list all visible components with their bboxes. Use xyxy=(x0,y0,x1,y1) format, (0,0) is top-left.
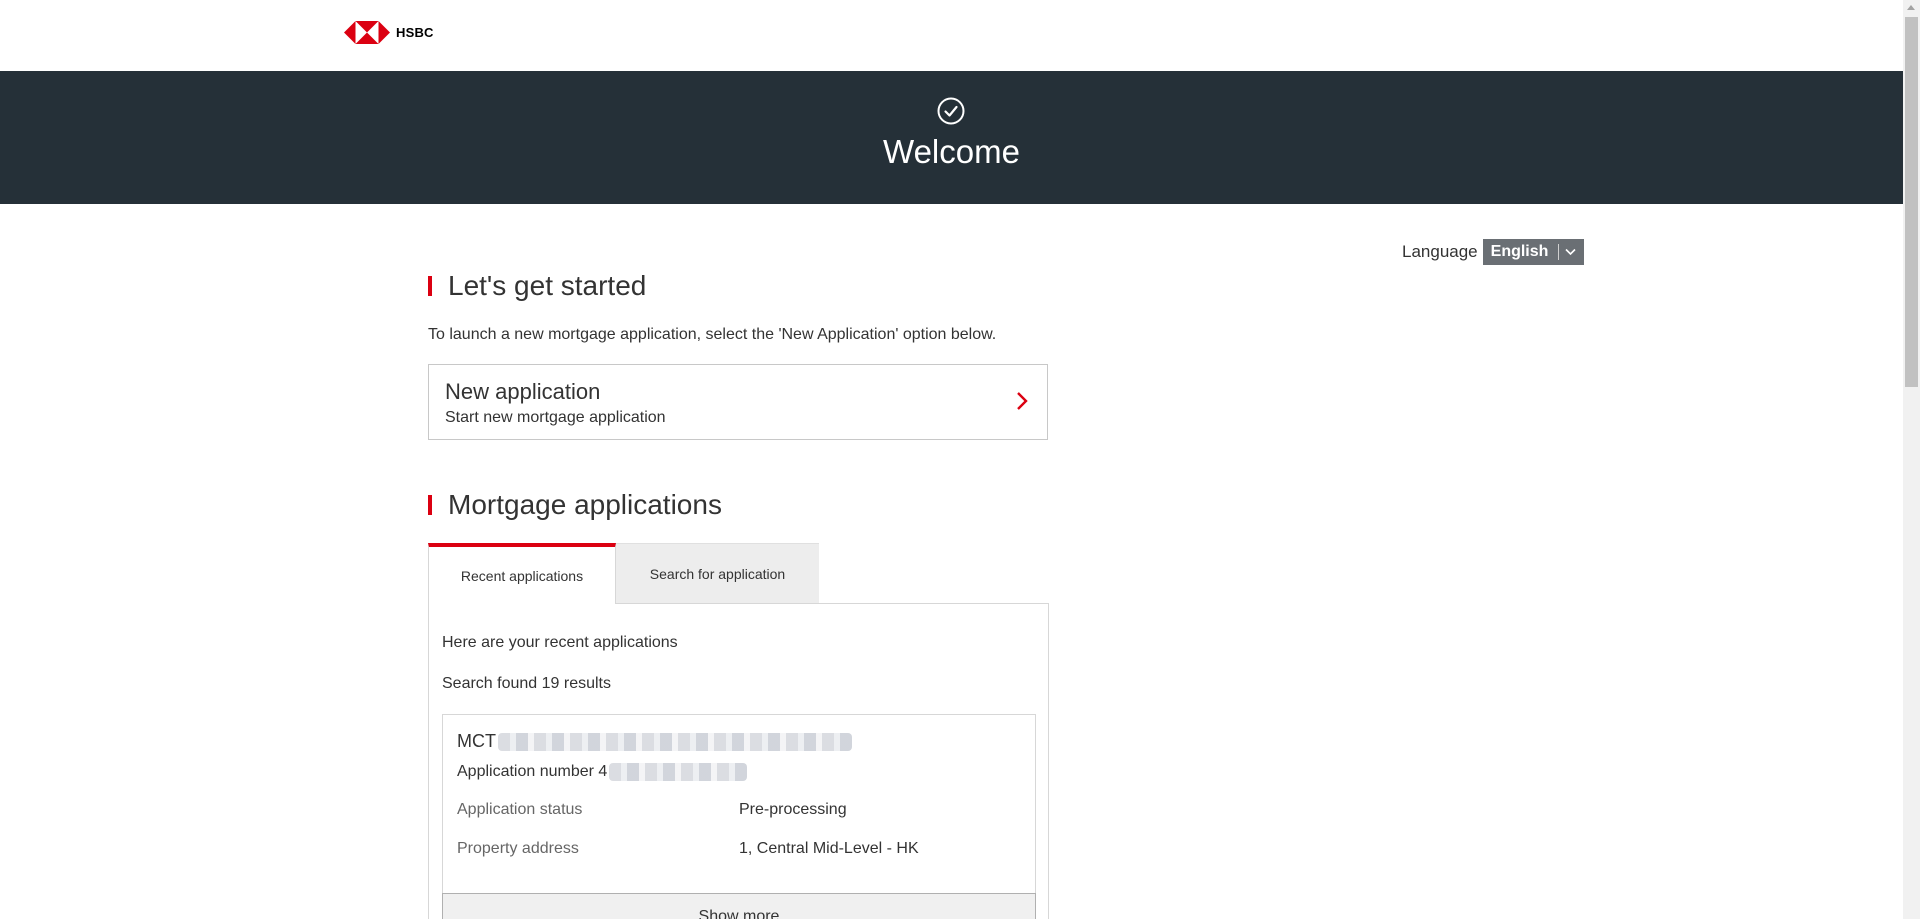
application-card: MCT Application number 4 Application sta… xyxy=(442,714,1036,919)
application-name: MCT xyxy=(457,731,852,752)
new-application-title: New application xyxy=(445,379,601,404)
language-divider xyxy=(1558,244,1560,260)
application-name-text: MCT xyxy=(457,731,496,751)
applications-tabs: Recent applications Search for applicati… xyxy=(428,543,819,604)
brand-name: HSBC xyxy=(396,25,434,40)
application-number-text: Application number 4 xyxy=(457,763,608,780)
language-selector: Language English xyxy=(1402,239,1585,265)
chevron-down-icon xyxy=(1565,248,1576,256)
hsbc-hexagon-icon xyxy=(344,21,390,44)
application-status-value: Pre-processing xyxy=(739,801,847,818)
getting-started-intro: To launch a new mortgage application, se… xyxy=(428,326,997,343)
top-bar: HSBC xyxy=(0,0,1903,71)
page-title: Welcome xyxy=(883,133,1020,170)
new-application-button[interactable]: New application Start new mortgage appli… xyxy=(428,364,1048,440)
heading-accent-bar xyxy=(428,276,432,296)
chevron-right-icon xyxy=(1017,392,1028,410)
page-scrollbar[interactable] xyxy=(1903,0,1920,919)
scrollbar-thumb[interactable] xyxy=(1905,17,1918,387)
hsbc-logo[interactable]: HSBC xyxy=(344,21,434,44)
language-label: Language xyxy=(1402,242,1478,261)
mortgage-applications-heading: Mortgage applications xyxy=(428,489,722,521)
results-count: Search found 19 results xyxy=(442,675,611,692)
property-address-value: 1, Central Mid-Level - HK xyxy=(739,840,919,857)
redacted-number xyxy=(609,763,748,781)
mortgage-applications-title: Mortgage applications xyxy=(448,489,722,520)
getting-started-heading: Let's get started xyxy=(428,270,646,302)
recent-applications-panel: Here are your recent applications Search… xyxy=(428,603,1049,919)
application-number: Application number 4 xyxy=(457,763,748,781)
check-circle-icon xyxy=(937,97,965,125)
scroll-up-arrow-icon[interactable] xyxy=(1907,5,1915,10)
new-application-subtitle: Start new mortgage application xyxy=(445,409,666,426)
application-status-label: Application status xyxy=(457,801,583,818)
show-more-button[interactable]: Show more xyxy=(442,893,1036,919)
page: HSBC Welcome Language English Let's get … xyxy=(0,0,1920,919)
getting-started-title: Let's get started xyxy=(448,270,647,301)
redacted-name xyxy=(498,732,852,751)
welcome-banner: Welcome xyxy=(0,71,1903,204)
tab-search-for-application[interactable]: Search for application xyxy=(616,543,819,604)
recent-applications-intro: Here are your recent applications xyxy=(442,634,678,651)
tab-recent-applications[interactable]: Recent applications xyxy=(428,543,616,604)
property-address-label: Property address xyxy=(457,840,579,857)
language-selected-value: English xyxy=(1490,243,1549,260)
language-dropdown[interactable]: English xyxy=(1482,239,1585,265)
heading-accent-bar xyxy=(428,495,432,515)
